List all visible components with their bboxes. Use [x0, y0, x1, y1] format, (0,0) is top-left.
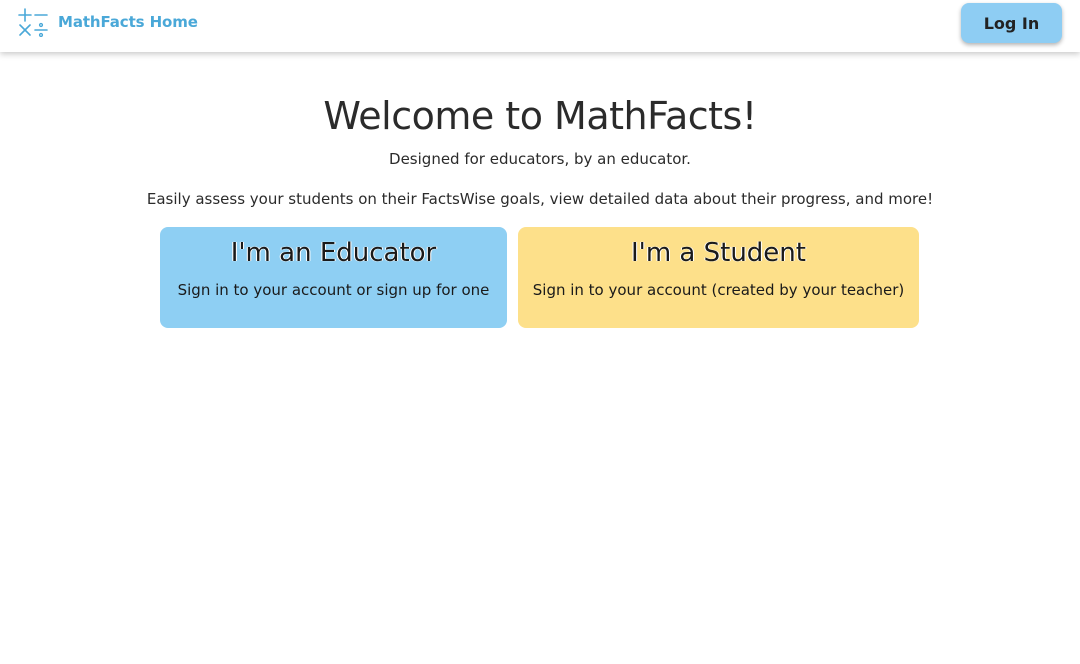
educator-card-title: I'm an Educator [230, 238, 437, 268]
educator-card-description: Sign in to your account or sign up for o… [177, 281, 490, 299]
top-navbar: MathFacts Home Log In [0, 0, 1080, 52]
math-operators-icon [17, 7, 49, 37]
educator-card[interactable]: I'm an Educator Sign in to your account … [160, 227, 507, 328]
brand-title: MathFacts Home [58, 13, 198, 31]
page-description: Easily assess your students on their Fac… [146, 190, 934, 208]
student-card[interactable]: I'm a Student Sign in to your account (c… [518, 227, 919, 328]
student-card-description: Sign in to your account (created by your… [532, 281, 905, 299]
log-in-button[interactable]: Log In [961, 3, 1062, 43]
home-link[interactable]: MathFacts Home [17, 7, 198, 37]
page-title: Welcome to MathFacts! [323, 94, 757, 138]
page-subtitle: Designed for educators, by an educator. [389, 150, 691, 168]
student-card-title: I'm a Student [631, 238, 806, 268]
